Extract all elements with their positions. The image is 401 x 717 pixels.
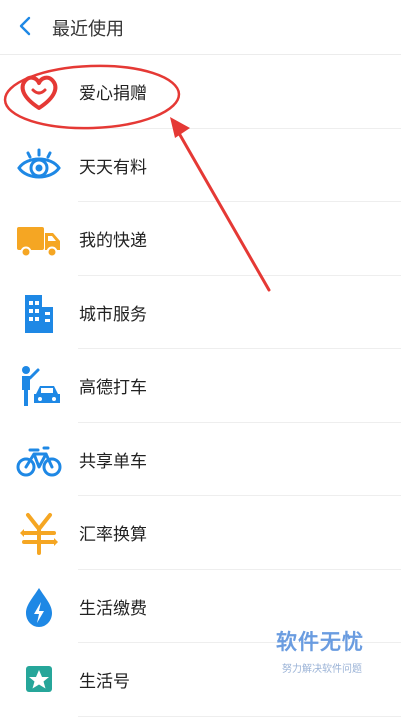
header-bar: 最近使用 xyxy=(0,0,401,55)
page-title: 最近使用 xyxy=(52,19,124,40)
list-item-label: 生活缴费 xyxy=(79,598,147,619)
list-item-amap-taxi[interactable]: 高德打车 xyxy=(0,349,401,423)
list-item-label: 高德打车 xyxy=(79,378,147,398)
bicycle-icon xyxy=(16,446,62,476)
list-item-label: 爱心捐赠 xyxy=(79,84,147,104)
taxi-icon xyxy=(22,366,60,406)
list-item-label: 共享单车 xyxy=(79,451,147,472)
star-badge-icon xyxy=(26,666,52,692)
list-item-shared-bike[interactable]: 共享单车 xyxy=(0,423,401,497)
list-item-currency-converter[interactable]: 汇率换算 xyxy=(0,496,401,570)
list-item-love-donation[interactable]: 爱心捐赠 xyxy=(0,55,401,129)
list-item-label: 汇率换算 xyxy=(79,525,147,545)
water-drop-icon xyxy=(26,587,52,627)
delivery-truck-icon xyxy=(17,227,60,258)
building-icon xyxy=(25,294,53,333)
list-item-label: 城市服务 xyxy=(79,304,147,325)
list-item-label: 天天有料 xyxy=(79,157,147,178)
list-item-label: 我的快递 xyxy=(79,231,147,251)
back-arrow-icon[interactable] xyxy=(14,14,38,38)
yen-icon xyxy=(20,513,58,555)
recent-list: 爱心捐赠 天天有料 我的快递 城市服务 高德打车 共享单车 汇率换算 生活缴费 … xyxy=(0,55,401,717)
list-item-daily-news[interactable]: 天天有料 xyxy=(0,129,401,203)
list-item-label: 生活号 xyxy=(79,672,130,692)
watermark-slogan: 努力解决软件问题 xyxy=(282,664,362,675)
list-item-city-services[interactable]: 城市服务 xyxy=(0,276,401,350)
list-item-my-delivery[interactable]: 我的快递 xyxy=(0,202,401,276)
heart-icon xyxy=(20,75,58,110)
watermark-brand: 软件无忧 xyxy=(276,630,364,654)
eye-icon xyxy=(17,148,61,178)
